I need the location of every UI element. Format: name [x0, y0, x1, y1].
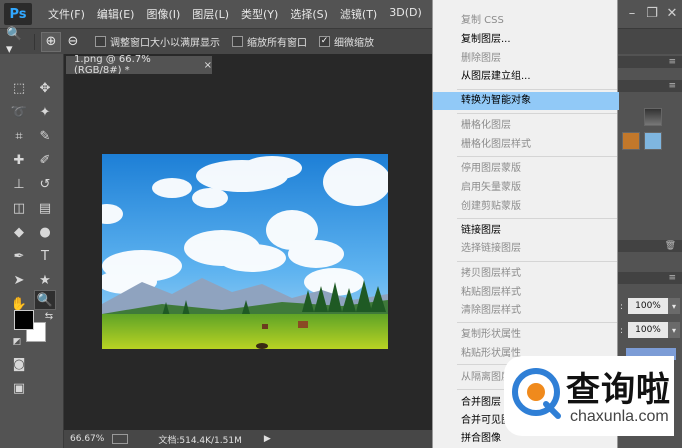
scrubby-zoom-checkbox[interactable]: ✓ 细微缩放	[319, 34, 374, 49]
close-icon[interactable]: ✕	[660, 3, 682, 23]
menu-item-rasterize-layer-style[interactable]: 栅格化图层样式	[433, 136, 619, 154]
checkbox-box[interactable]	[95, 36, 106, 47]
resize-windows-label: 调整窗口大小以满屏显示	[110, 38, 220, 49]
fill-dropdown-icon[interactable]: ▾	[668, 322, 680, 338]
menu-item-rasterize-layer[interactable]: 栅格化图层	[433, 117, 619, 135]
checkbox-box-checked[interactable]: ✓	[319, 36, 330, 47]
menu-file[interactable]: 文件(F)	[42, 6, 91, 22]
fill-label: :	[620, 326, 624, 336]
landscape-photo	[102, 154, 388, 349]
divider	[34, 33, 35, 50]
crop-tool-icon[interactable]: ⌗	[8, 126, 30, 146]
default-colors-icon[interactable]: ◩	[6, 332, 28, 352]
menu-item-clear-layer-style[interactable]: 清除图层样式	[433, 302, 619, 320]
menu-separator	[457, 89, 617, 90]
watermark-url: chaxunla.com	[570, 408, 669, 425]
panel-menu-icon[interactable]: ≡	[618, 80, 682, 92]
watermark-title: 查询啦	[566, 370, 671, 410]
menu-item-enable-vector-mask[interactable]: 启用矢量蒙版	[433, 179, 619, 197]
export-icon[interactable]	[112, 434, 129, 444]
chaxunla-logo-icon	[512, 368, 561, 419]
zoom-tool-preset-icon[interactable]: 🔍▾	[6, 27, 26, 57]
style-swatch[interactable]	[644, 108, 662, 126]
zoom-all-windows-label: 缩放所有窗口	[247, 38, 307, 49]
menu-item-copy-css[interactable]: 复制 CSS	[433, 12, 619, 30]
menu-separator	[457, 322, 617, 323]
zoom-out-icon[interactable]: ⊖	[63, 32, 83, 52]
menu-separator	[457, 113, 617, 114]
menu-image[interactable]: 图像(I)	[140, 6, 186, 22]
menu-item-copy-layer-style[interactable]: 拷贝图层样式	[433, 265, 619, 283]
menu-item-group-from-layers[interactable]: 从图层建立组...	[433, 68, 619, 86]
status-bar: 66.67% 文档:514.4K/1.51M ▶	[64, 430, 432, 448]
menu-select[interactable]: 选择(S)	[284, 6, 334, 22]
quick-mask-icon[interactable]: ◙	[8, 354, 30, 374]
type-tool-icon[interactable]: T	[34, 246, 56, 266]
menu-item-create-clipping-mask[interactable]: 创建剪贴蒙版	[433, 198, 619, 216]
zoom-all-windows-checkbox[interactable]: 缩放所有窗口	[232, 34, 307, 49]
opacity-label: :	[620, 302, 624, 312]
pen-tool-icon[interactable]: ✒	[8, 246, 30, 266]
brush-tool-icon[interactable]: ✐	[34, 150, 56, 170]
opacity-dropdown-icon[interactable]: ▾	[668, 298, 680, 314]
move-tool-icon[interactable]: ✥	[34, 78, 56, 98]
menu-layer[interactable]: 图层(L)	[186, 6, 235, 22]
menu-item-link-layers[interactable]: 链接图层	[433, 222, 619, 240]
canvas-image[interactable]	[102, 154, 388, 349]
menu-item-disable-layer-mask[interactable]: 停用图层蒙版	[433, 160, 619, 178]
document-tab-title: 1.png @ 66.7%(RGB/8#) *	[74, 54, 151, 76]
menu-type[interactable]: 类型(Y)	[235, 6, 284, 22]
document-size: 文档:514.4K/1.51M	[158, 435, 242, 446]
path-selection-icon[interactable]: ➤	[8, 270, 30, 290]
menu-items: 文件(F) 编辑(E) 图像(I) 图层(L) 类型(Y) 选择(S) 滤镜(T…	[42, 6, 462, 22]
panel-trash-icon[interactable]: 🗑	[618, 240, 682, 252]
style-swatch[interactable]	[622, 132, 640, 150]
panel-menu-icon[interactable]: ≡	[618, 272, 682, 284]
menu-item-select-linked-layers[interactable]: 选择链接图层	[433, 240, 619, 258]
menu-item-duplicate-layer[interactable]: 复制图层...	[433, 31, 619, 49]
document-tab[interactable]: 1.png @ 66.7%(RGB/8#) * ×	[66, 54, 212, 76]
shape-tool-icon[interactable]: ★	[34, 270, 56, 290]
canvas-area[interactable]	[64, 74, 432, 430]
menu-separator	[457, 218, 617, 219]
healing-brush-icon[interactable]: ✚	[8, 150, 30, 170]
close-tab-icon[interactable]: ×	[204, 60, 212, 71]
resize-windows-checkbox[interactable]: 调整窗口大小以满屏显示	[95, 34, 220, 49]
blur-tool-icon[interactable]: ◆	[8, 222, 30, 242]
marquee-tool-icon[interactable]: ⬚	[8, 78, 30, 98]
status-menu-arrow-icon[interactable]: ▶	[264, 434, 271, 444]
photoshop-logo: Ps	[4, 3, 32, 25]
lasso-tool-icon[interactable]: ➰	[8, 102, 30, 122]
eyedropper-icon[interactable]: ✎	[34, 126, 56, 146]
dodge-tool-icon[interactable]: ●	[34, 222, 56, 242]
menu-separator	[457, 261, 617, 262]
menu-item-paste-layer-style[interactable]: 粘贴图层样式	[433, 284, 619, 302]
opacity-field[interactable]: 100%	[628, 298, 668, 314]
eraser-icon[interactable]: ◫	[8, 198, 30, 218]
style-swatch[interactable]	[644, 132, 662, 150]
panel-menu-icon[interactable]: ≡	[618, 56, 682, 68]
watermark: 查询啦 chaxunla.com	[504, 356, 674, 436]
screen-mode-icon[interactable]: ▣	[8, 378, 30, 398]
fill-field[interactable]: 100%	[628, 322, 668, 338]
menu-item-convert-to-smart-object[interactable]: 转换为智能对象	[433, 92, 619, 110]
history-brush-icon[interactable]: ↺	[34, 174, 56, 194]
swap-colors-icon[interactable]: ⇆	[38, 306, 60, 326]
menu-item-delete-layer[interactable]: 删除图层	[433, 50, 619, 68]
menu-3d[interactable]: 3D(D)	[383, 6, 428, 22]
foreground-color-swatch[interactable]	[14, 310, 34, 330]
scrubby-zoom-label: 细微缩放	[334, 38, 374, 49]
menu-edit[interactable]: 编辑(E)	[91, 6, 141, 22]
menu-separator	[457, 156, 617, 157]
gradient-tool-icon[interactable]: ▤	[34, 198, 56, 218]
zoom-level[interactable]: 66.67%	[70, 434, 104, 444]
zoom-in-icon[interactable]: ⊕	[41, 31, 61, 52]
menu-item-copy-shape-attributes[interactable]: 复制形状属性	[433, 326, 619, 344]
toolbox: ⬚ ✥ ➰ ✦ ⌗ ✎ ✚ ✐ ⊥ ↺ ◫ ▤ ◆ ● ✒ T ➤ ★ ✋ 🔍 …	[0, 54, 64, 448]
checkbox-box[interactable]	[232, 36, 243, 47]
menu-filter[interactable]: 滤镜(T)	[334, 6, 383, 22]
clone-stamp-icon[interactable]: ⊥	[8, 174, 30, 194]
magic-wand-icon[interactable]: ✦	[34, 102, 56, 122]
